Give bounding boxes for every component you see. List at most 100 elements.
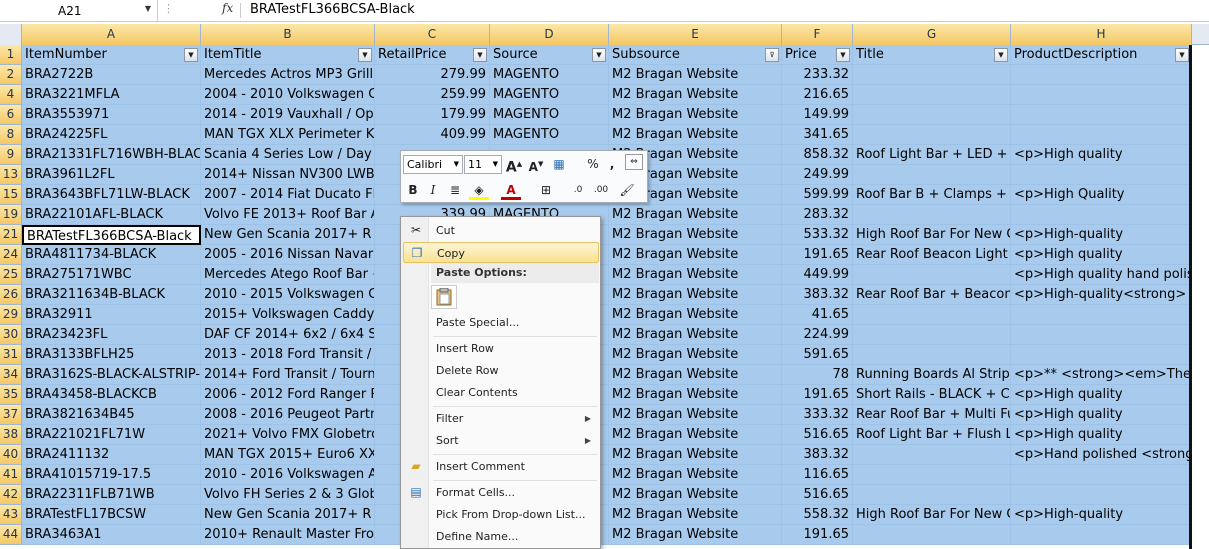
row-header[interactable]: 13	[0, 165, 22, 185]
cell[interactable]: 341.65	[782, 125, 853, 145]
cell[interactable]: 283.32	[782, 205, 853, 225]
header-cell-productdescription[interactable]: ProductDescription ▼	[1011, 45, 1192, 65]
cell[interactable]: 191.65	[782, 525, 853, 545]
cell[interactable]: <p>High quality	[1011, 145, 1192, 165]
cell[interactable]: BRA22311FLB71WB	[22, 485, 201, 505]
cell[interactable]	[853, 325, 1011, 345]
grow-font-icon[interactable]: A▲	[504, 154, 524, 176]
paste-icon[interactable]	[431, 285, 457, 309]
cell[interactable]: <p>High quality	[1011, 245, 1192, 265]
cell[interactable]: 516.65	[782, 425, 853, 445]
cell[interactable]: BRA21331FL716WBH-BLACK	[22, 145, 201, 165]
bold-icon[interactable]: B	[403, 180, 423, 200]
cell[interactable]	[1011, 485, 1192, 505]
row-header[interactable]: 15	[0, 185, 22, 205]
cell[interactable]: M2 Bragan Website	[609, 225, 782, 245]
insert-function-button[interactable]: fx	[222, 1, 233, 15]
cell[interactable]	[853, 65, 1011, 85]
header-cell-source[interactable]: Source ▼	[490, 45, 609, 65]
borders-icon[interactable]: ⊞	[536, 180, 556, 200]
row-header[interactable]: 9	[0, 145, 22, 165]
row-header[interactable]: 6	[0, 105, 22, 125]
cell[interactable]	[853, 465, 1011, 485]
cell[interactable]: M2 Bragan Website	[609, 365, 782, 385]
cell[interactable]: <p>High-quality<strong>	[1011, 285, 1192, 305]
font-size-select[interactable]: 11 ▼	[464, 155, 502, 174]
cell[interactable]: MAGENTO	[490, 85, 609, 105]
cell[interactable]: M2 Bragan Website	[609, 385, 782, 405]
cell[interactable]: 2007 - 2014 Fiat Ducato Flat	[201, 185, 375, 205]
row-header[interactable]: 25	[0, 265, 22, 285]
cell[interactable]: Roof Light Bar + Flush LED	[853, 425, 1011, 445]
row-header[interactable]: 30	[0, 325, 22, 345]
filter-dropdown-icon[interactable]: ▼	[1175, 48, 1189, 62]
cell[interactable]	[1011, 85, 1192, 105]
cell[interactable]: M2 Bragan Website	[609, 525, 782, 545]
cell[interactable]: Mercedes Actros MP3 Grill B	[201, 65, 375, 85]
row-header[interactable]: 21	[0, 225, 22, 245]
fill-color-icon[interactable]: ◈	[469, 180, 489, 200]
cell[interactable]: BRA22101AFL-BLACK	[22, 205, 201, 225]
cell[interactable]	[853, 305, 1011, 325]
column-header-h[interactable]: H	[1011, 24, 1192, 45]
formula-input[interactable]: BRATestFL366BCSA-Black	[250, 2, 415, 17]
header-cell-retailprice[interactable]: RetailPrice ▼	[375, 45, 490, 65]
active-cell[interactable]: BRATestFL366BCSA-Black	[22, 225, 201, 245]
header-cell-itemnumber[interactable]: ItemNumber ▼	[22, 45, 201, 65]
header-cell-title[interactable]: Title ▼	[853, 45, 1011, 65]
cell[interactable]: M2 Bragan Website	[609, 265, 782, 285]
cell[interactable]: Volvo FE 2013+ Roof Bar A +	[201, 205, 375, 225]
cell[interactable]: 2010 - 2016 Volkswagen Ama	[201, 465, 375, 485]
cell[interactable]: BRA221021FL71W	[22, 425, 201, 445]
row-header[interactable]: 43	[0, 505, 22, 525]
column-header-d[interactable]: D	[490, 24, 609, 45]
cell[interactable]: 591.65	[782, 345, 853, 365]
cell[interactable]: High Roof Bar For New Ge	[853, 505, 1011, 525]
row-header[interactable]: 31	[0, 345, 22, 365]
cell[interactable]: 383.32	[782, 285, 853, 305]
cell[interactable]: BRA3553971	[22, 105, 201, 125]
cell[interactable]: 259.99	[375, 85, 490, 105]
menu-item-define-name[interactable]: Define Name...	[403, 526, 599, 547]
cell[interactable]: BRA41015719-17.5	[22, 465, 201, 485]
cell[interactable]: Roof Light Bar + LED + Spo	[853, 145, 1011, 165]
column-header-g[interactable]: G	[853, 24, 1011, 45]
cell[interactable]: M2 Bragan Website	[609, 425, 782, 445]
cell[interactable]: M2 Bragan Website	[609, 105, 782, 125]
font-color-icon[interactable]: A	[501, 180, 521, 200]
center-align-icon[interactable]: ≣	[445, 180, 465, 200]
cell[interactable]: BRA32911	[22, 305, 201, 325]
cell[interactable]: 2014 - 2019 Vauxhall / Opel	[201, 105, 375, 125]
cell[interactable]: New Gen Scania 2017+ R & S	[201, 505, 375, 525]
cell[interactable]: BRA4811734-BLACK	[22, 245, 201, 265]
column-header-b[interactable]: B	[201, 24, 375, 45]
row-header[interactable]: 38	[0, 425, 22, 445]
accounting-format-icon[interactable]: ▦	[549, 154, 569, 174]
row-header[interactable]: 40	[0, 445, 22, 465]
cell[interactable]: <p>** <strong><em>The	[1011, 365, 1192, 385]
cell[interactable]: 858.32	[782, 145, 853, 165]
row-header[interactable]: 42	[0, 485, 22, 505]
cell[interactable]: 216.65	[782, 85, 853, 105]
cell[interactable]: M2 Bragan Website	[609, 485, 782, 505]
cell[interactable]: BRA24225FL	[22, 125, 201, 145]
row-header[interactable]: 24	[0, 245, 22, 265]
cell[interactable]: 409.99	[375, 125, 490, 145]
row-header[interactable]: 41	[0, 465, 22, 485]
filter-dropdown-icon[interactable]: ▼	[358, 48, 372, 62]
cell[interactable]: BRA3643BFL71LW-BLACK	[22, 185, 201, 205]
cell[interactable]: 2010 - 2015 Volkswagen Cad	[201, 285, 375, 305]
cell[interactable]: 179.99	[375, 105, 490, 125]
row-header[interactable]: 37	[0, 405, 22, 425]
merge-center-icon[interactable]: ⇔	[625, 154, 643, 170]
cell[interactable]: BRA43458-BLACKCB	[22, 385, 201, 405]
cell[interactable]: 41.65	[782, 305, 853, 325]
row-header[interactable]: 44	[0, 525, 22, 545]
cell[interactable]: 333.32	[782, 405, 853, 425]
cell[interactable]: BRA3961L2FL	[22, 165, 201, 185]
cell[interactable]: 2010+ Renault Master Front	[201, 525, 375, 545]
cell[interactable]: M2 Bragan Website	[609, 85, 782, 105]
menu-item-delete-row[interactable]: Delete Row	[403, 360, 599, 381]
cell[interactable]: 2005 - 2016 Nissan Navara D	[201, 245, 375, 265]
header-cell-subsource[interactable]: Subsource ⊽	[609, 45, 782, 65]
